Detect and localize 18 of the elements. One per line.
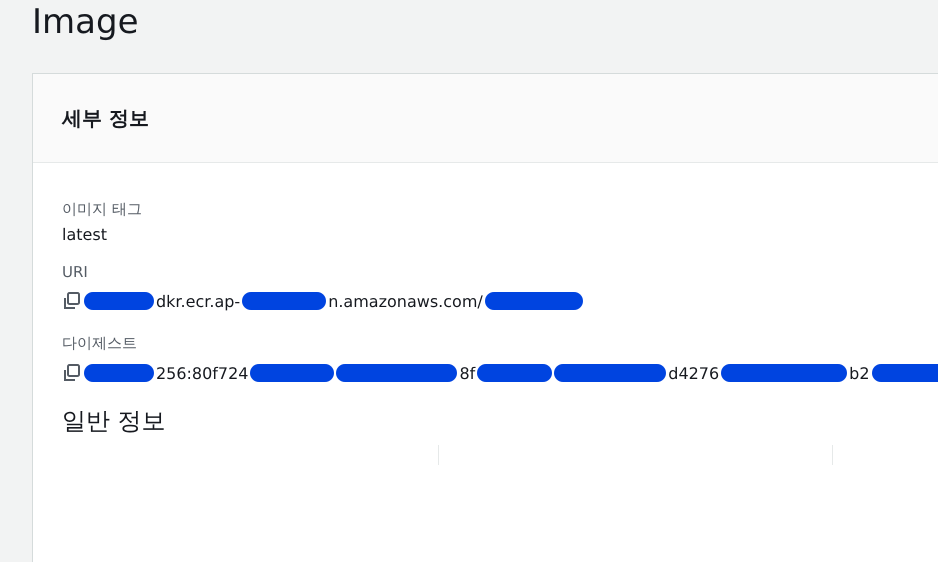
copy-icon[interactable]	[62, 363, 82, 383]
field-label: URI	[62, 263, 88, 281]
page-title: Image	[31, 1, 140, 44]
redaction-mark	[872, 364, 938, 382]
value-text: d4276	[668, 364, 720, 382]
copy-icon[interactable]	[62, 291, 82, 311]
field-label: 이미지 태그	[62, 200, 142, 219]
value-text: b2	[849, 364, 870, 382]
section-title: 세부 정보	[62, 104, 149, 132]
value-text: n.amazonaws.com/	[328, 292, 483, 310]
field-value: latest	[62, 225, 108, 244]
value-text: dkr.ecr.ap-	[156, 292, 240, 310]
field-label: 다이제스트	[62, 334, 137, 353]
section-title: 일반 정보	[62, 406, 166, 437]
value-text: 256:80f724	[156, 364, 248, 382]
value-text: 8f	[459, 364, 476, 382]
redaction-mark	[84, 292, 154, 310]
redaction-mark	[84, 364, 154, 382]
